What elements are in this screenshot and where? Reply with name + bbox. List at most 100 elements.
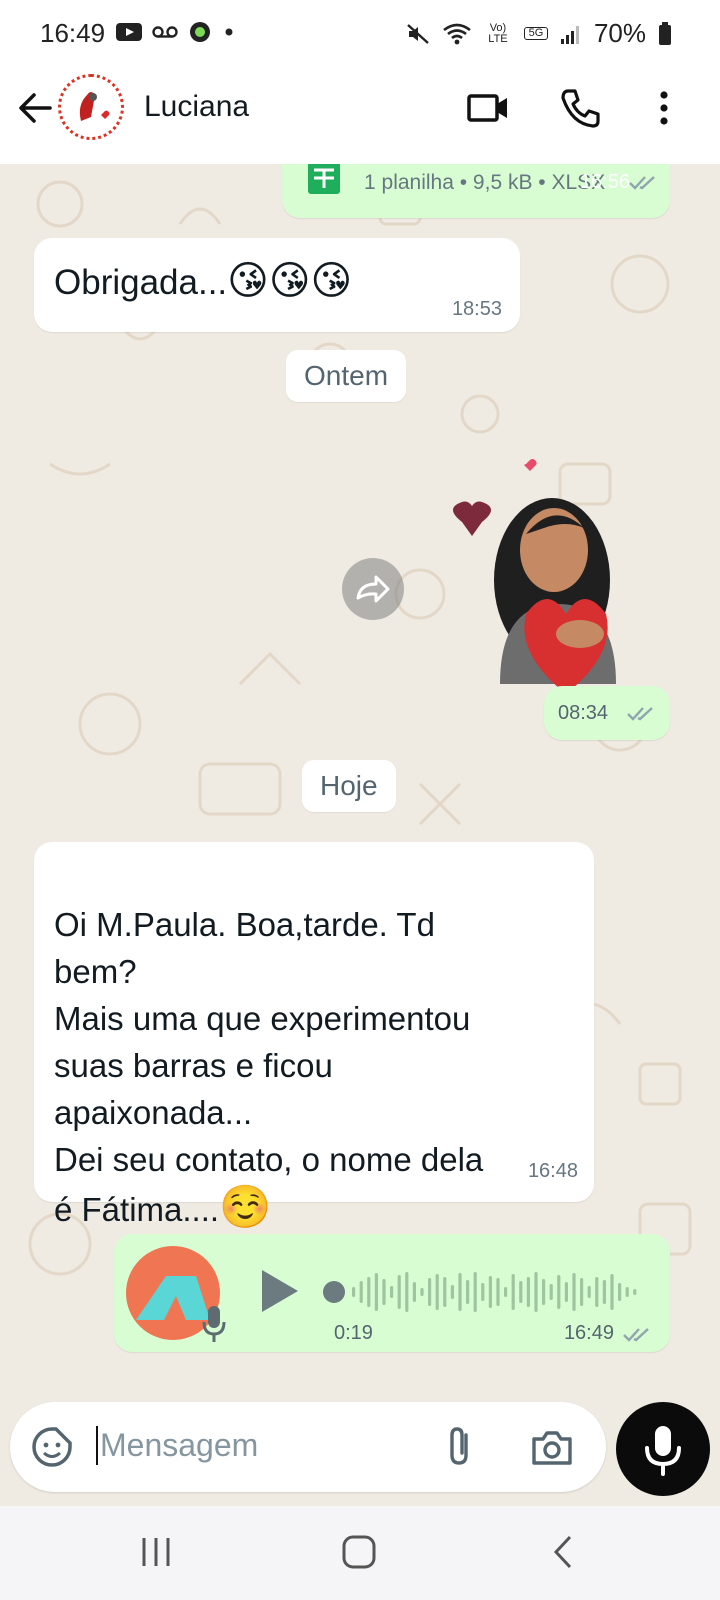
waveform-bar bbox=[367, 1277, 371, 1307]
waveform-bar bbox=[557, 1275, 561, 1309]
waveform-bar bbox=[580, 1278, 584, 1306]
waveform-bar bbox=[549, 1284, 553, 1300]
waveform-bar bbox=[488, 1276, 492, 1308]
file-info: 1 planilha • 9,5 kB • XLSX bbox=[364, 171, 606, 194]
volte-label: Vo) LTE bbox=[488, 21, 508, 45]
attach-icon[interactable] bbox=[442, 1425, 478, 1469]
waveform-bar bbox=[412, 1282, 416, 1302]
waveform-bar bbox=[405, 1272, 409, 1312]
forward-icon bbox=[356, 575, 390, 603]
signal-icon bbox=[560, 25, 579, 44]
waveform-bar bbox=[534, 1272, 538, 1312]
avatar-image bbox=[64, 80, 118, 134]
waveform-bar bbox=[443, 1277, 447, 1307]
file-message-time: 16:56 bbox=[579, 171, 630, 193]
spreadsheet-icon bbox=[308, 164, 340, 194]
battery-icon bbox=[659, 21, 671, 45]
youtube-icon bbox=[116, 23, 142, 41]
file-message-bubble[interactable]: 1 planilha • 9,5 kB • XLSX 16:56 bbox=[282, 164, 670, 218]
waveform-bar bbox=[504, 1287, 508, 1297]
sticker-emoji-icon[interactable] bbox=[30, 1425, 74, 1469]
waveform-bar bbox=[572, 1273, 576, 1311]
record-icon bbox=[190, 22, 210, 42]
date-separator: Ontem bbox=[286, 350, 407, 402]
5g-label: 5G bbox=[523, 27, 548, 40]
recent-apps-icon[interactable] bbox=[136, 1534, 176, 1570]
contact-name[interactable]: Luciana bbox=[144, 90, 249, 124]
waveform-bar bbox=[435, 1274, 439, 1310]
waveform-bar bbox=[382, 1279, 386, 1305]
more-options-icon[interactable] bbox=[642, 86, 686, 130]
play-icon[interactable] bbox=[256, 1266, 302, 1316]
sticker-time: 08:34 bbox=[558, 702, 609, 724]
back-nav-icon[interactable] bbox=[544, 1534, 584, 1570]
status-bar: 16:49 Vo) LTE 5G 70% bbox=[0, 0, 720, 64]
message-text: Obrigada...😘😘😘 bbox=[54, 259, 353, 303]
status-time: 16:49 bbox=[40, 18, 106, 48]
waveform-bar bbox=[519, 1281, 523, 1303]
waveform-bar bbox=[473, 1272, 477, 1312]
forward-button[interactable] bbox=[342, 558, 404, 620]
waveform-bar bbox=[564, 1282, 568, 1302]
waveform-bar bbox=[526, 1277, 530, 1307]
waveform-bar bbox=[542, 1279, 546, 1305]
battery-percent: 70% bbox=[593, 18, 646, 48]
message-input-bar bbox=[10, 1402, 606, 1492]
chat-header: Luciana bbox=[0, 64, 720, 164]
contact-avatar[interactable] bbox=[58, 74, 124, 140]
voice-call-icon[interactable] bbox=[558, 86, 602, 130]
waveform-bar bbox=[420, 1288, 424, 1296]
incoming-message[interactable]: Obrigada...😘😘😘 18:53 bbox=[34, 238, 520, 332]
waveform-bar bbox=[618, 1283, 622, 1301]
message-time: 18:53 bbox=[451, 298, 502, 320]
microphone-icon bbox=[645, 1426, 681, 1476]
waveform-bar bbox=[397, 1275, 401, 1309]
waveform-bar bbox=[602, 1280, 606, 1304]
waveform-bar bbox=[352, 1287, 356, 1297]
emoji: 😘😘😘 bbox=[227, 259, 353, 303]
waveform-bar bbox=[496, 1278, 500, 1306]
voice-message-bubble[interactable]: 0:19 16:49 bbox=[114, 1234, 670, 1352]
mic-badge-icon bbox=[202, 1306, 226, 1342]
waveform-bar bbox=[481, 1283, 485, 1301]
waveform-bar bbox=[359, 1281, 363, 1303]
video-call-icon[interactable] bbox=[466, 86, 510, 130]
chat-area[interactable]: 1 planilha • 9,5 kB • XLSX 16:56 Obrigad… bbox=[0, 164, 720, 1504]
voicemail-icon bbox=[152, 26, 178, 38]
sticker-time-bubble: 08:34 bbox=[544, 686, 670, 740]
voice-record-button[interactable] bbox=[616, 1402, 710, 1496]
audio-waveform[interactable] bbox=[320, 1262, 640, 1322]
emoji: ☺️ bbox=[219, 1183, 272, 1230]
waveform-bar bbox=[633, 1289, 637, 1295]
camera-icon[interactable] bbox=[530, 1427, 574, 1467]
message-text: Oi M.Paula. Boa,tarde. Td bem? Mais uma … bbox=[54, 906, 484, 1230]
incoming-message[interactable]: Oi M.Paula. Boa,tarde. Td bem? Mais uma … bbox=[34, 842, 594, 1230]
waveform-bar bbox=[374, 1273, 378, 1311]
voice-time: 16:49 bbox=[563, 1322, 614, 1344]
waveform-bar bbox=[428, 1278, 432, 1306]
waveform-bar bbox=[625, 1287, 629, 1297]
waveform-bar bbox=[511, 1274, 515, 1310]
playback-position-dot bbox=[323, 1281, 345, 1303]
waveform-bar bbox=[390, 1286, 394, 1298]
message-time: 16:48 bbox=[527, 1160, 578, 1182]
message-input[interactable] bbox=[96, 1426, 432, 1465]
system-navigation-bar bbox=[0, 1506, 720, 1600]
voice-duration: 0:19 bbox=[334, 1322, 373, 1344]
waveform-bar bbox=[466, 1280, 470, 1304]
sticker-image[interactable] bbox=[430, 444, 670, 694]
waveform-bar bbox=[450, 1285, 454, 1299]
mute-icon bbox=[407, 23, 429, 44]
date-separator: Hoje bbox=[302, 760, 396, 812]
read-checks-icon bbox=[623, 1328, 649, 1342]
back-arrow-icon[interactable] bbox=[16, 88, 56, 128]
waveform-bar bbox=[610, 1274, 614, 1310]
home-icon[interactable] bbox=[340, 1534, 380, 1570]
waveform-bar bbox=[458, 1273, 462, 1311]
read-checks-icon bbox=[629, 176, 655, 190]
read-checks-icon bbox=[627, 707, 653, 721]
waveform-bar bbox=[587, 1286, 591, 1298]
waveform-bar bbox=[595, 1277, 599, 1307]
wifi-icon bbox=[443, 23, 471, 44]
more-notifications-dot bbox=[225, 28, 233, 36]
